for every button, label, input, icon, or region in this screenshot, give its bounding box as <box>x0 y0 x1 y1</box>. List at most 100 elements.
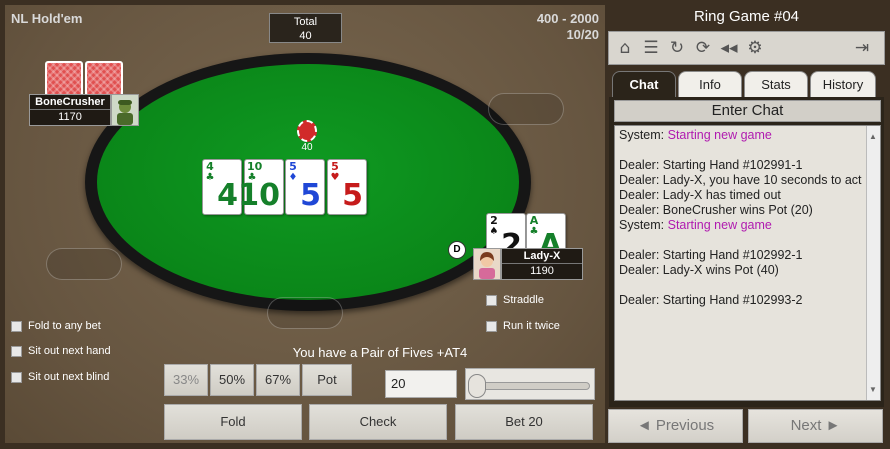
opponent-avatar <box>111 94 139 126</box>
chat-text: Lady-X wins Pot (40) <box>662 263 779 277</box>
bet-amount-input[interactable]: 20 <box>385 370 457 398</box>
chat-message: Dealer: Starting Hand #102993-2 <box>619 293 862 308</box>
chat-lines: System: Starting new game Dealer: Startin… <box>619 128 862 308</box>
card-rank: 4 <box>206 160 214 173</box>
tab-info[interactable]: Info <box>678 71 742 97</box>
tab-history[interactable]: History <box>810 71 876 97</box>
tab-stats[interactable]: Stats <box>744 71 808 97</box>
game-name: NL Hold'em <box>11 11 83 26</box>
community-card: 10 ♣ 10 <box>238 159 284 215</box>
checkbox-label: Straddle <box>503 294 544 306</box>
bet-33-percent-button[interactable]: 33% <box>164 364 208 396</box>
app-window: NL Hold'em 400 - 2000 10/20 Total 40 Bon… <box>0 0 890 449</box>
card-rank-large: 5 <box>342 178 363 213</box>
checkbox[interactable] <box>486 294 497 306</box>
side-tabs: Chat Info Stats History <box>612 71 882 97</box>
total-pot-box: Total 40 <box>269 13 342 43</box>
checkbox[interactable] <box>11 320 22 332</box>
previous-button[interactable]: ◄ Previous <box>608 409 743 443</box>
checkbox-label: Fold to any bet <box>28 320 101 332</box>
ring-game-title: Ring Game #04 <box>693 8 800 25</box>
enter-chat-button[interactable]: Enter Chat <box>614 100 881 122</box>
sync-icon[interactable]: ⟳ <box>693 38 713 58</box>
community-card: 4 ♣ 4 <box>202 159 242 215</box>
female-avatar-icon <box>479 252 495 279</box>
toolbar: ⌂ ☰ ↻ ⟳ ◂◂ ⚙ ⇥ <box>608 31 885 65</box>
chat-log: System: Starting new game Dealer: Startin… <box>614 125 881 401</box>
slider-thumb[interactable] <box>468 374 486 398</box>
chat-text: Lady-X, you have 10 seconds to act <box>662 173 862 187</box>
chat-sender: Dealer: <box>619 263 663 277</box>
bet-pot-button[interactable]: Pot <box>302 364 352 396</box>
bet-50-percent-button[interactable]: 50% <box>210 364 254 396</box>
side-panel: Ring Game #04 ⌂ ☰ ↻ ⟳ ◂◂ ⚙ ⇥ Chat Info S… <box>607 5 886 443</box>
option-sit-out-next-hand[interactable]: Sit out next hand <box>11 344 111 358</box>
chat-sender: Dealer: <box>619 158 663 172</box>
scroll-down-icon[interactable]: ▼ <box>869 382 877 397</box>
refresh-icon[interactable]: ↻ <box>667 38 687 58</box>
settings-gear-icon[interactable]: ⚙ <box>745 38 765 58</box>
chat-message <box>619 233 862 248</box>
player-chips: 1190 <box>530 265 554 277</box>
hero-avatar <box>473 248 501 280</box>
chat-message: Dealer: Lady-X has timed out <box>619 188 862 203</box>
rewind-icon[interactable]: ◂◂ <box>719 38 739 58</box>
slider-track[interactable] <box>470 382 590 390</box>
chat-sender: Dealer: <box>619 248 663 262</box>
exit-icon[interactable]: ⇥ <box>852 38 872 58</box>
hand-status-text: You have a Pair of Fives +AT4 <box>292 345 468 360</box>
option-straddle[interactable]: Straddle <box>486 293 544 307</box>
soldier-avatar-icon <box>117 100 133 125</box>
bet-slider[interactable] <box>465 368 595 400</box>
opponent-info-box[interactable]: BoneCrusher 1170 <box>29 94 111 126</box>
community-card: 5 ♥ 5 <box>327 159 367 215</box>
dealer-button: D <box>448 241 466 259</box>
tab-chat[interactable]: Chat <box>612 71 676 97</box>
home-icon[interactable]: ⌂ <box>615 38 635 58</box>
total-label: Total <box>293 16 318 28</box>
check-button[interactable]: Check <box>309 404 447 440</box>
card-rank: 5 <box>289 160 297 173</box>
chat-sender: Dealer: <box>619 188 663 202</box>
opponent-card-back <box>45 61 83 97</box>
bet-67-percent-button[interactable]: 67% <box>256 364 300 396</box>
chat-sender: System: <box>619 218 668 232</box>
hero-info-box[interactable]: Lady-X 1190 <box>501 248 583 280</box>
option-sit-out-next-blind[interactable]: Sit out next blind <box>11 370 109 384</box>
option-fold-to-any-bet[interactable]: Fold to any bet <box>11 319 101 333</box>
player-name: Lady-X <box>502 249 582 264</box>
card-rank: 10 <box>247 160 263 173</box>
bet-button[interactable]: Bet 20 <box>455 404 593 440</box>
chat-message: Dealer: Lady-X wins Pot (40) <box>619 263 862 278</box>
menu-icon[interactable]: ☰ <box>641 38 661 58</box>
poker-table-area: NL Hold'em 400 - 2000 10/20 Total 40 Bon… <box>5 5 605 443</box>
checkbox[interactable] <box>11 371 22 383</box>
chat-text: Starting Hand #102993-2 <box>662 293 803 307</box>
checkbox[interactable] <box>11 345 22 357</box>
chat-scrollbar[interactable]: ▲ ▼ <box>866 126 880 400</box>
hero-card: 2 ♠ 2 <box>486 213 526 251</box>
chat-message: Dealer: BoneCrusher wins Pot (20) <box>619 203 862 218</box>
chat-message: System: Starting new game <box>619 218 862 233</box>
chat-message <box>619 278 862 293</box>
chat-text: Starting Hand #102992-1 <box>662 248 803 262</box>
card-rank-large: 5 <box>300 178 321 213</box>
next-button[interactable]: Next ► <box>748 409 883 443</box>
card-rank-large: 4 <box>217 178 238 213</box>
chat-sender: System: <box>619 128 668 142</box>
checkbox-label: Sit out next blind <box>28 371 110 383</box>
player-chips: 1170 <box>58 111 82 123</box>
card-rank: A <box>529 214 539 227</box>
empty-seat[interactable] <box>46 248 122 280</box>
fold-button[interactable]: Fold <box>164 404 302 440</box>
option-run-it-twice[interactable]: Run it twice <box>486 319 560 333</box>
empty-seat[interactable] <box>267 297 343 329</box>
chat-message: System: Starting new game <box>619 128 862 143</box>
empty-seat[interactable] <box>488 93 564 125</box>
checkbox-label: Sit out next hand <box>28 345 111 357</box>
hero-card: A ♣ A <box>526 213 566 251</box>
chat-sender: Dealer: <box>619 203 663 217</box>
chat-message: Dealer: Lady-X, you have 10 seconds to a… <box>619 173 862 188</box>
scroll-up-icon[interactable]: ▲ <box>869 129 877 144</box>
checkbox[interactable] <box>486 320 497 332</box>
